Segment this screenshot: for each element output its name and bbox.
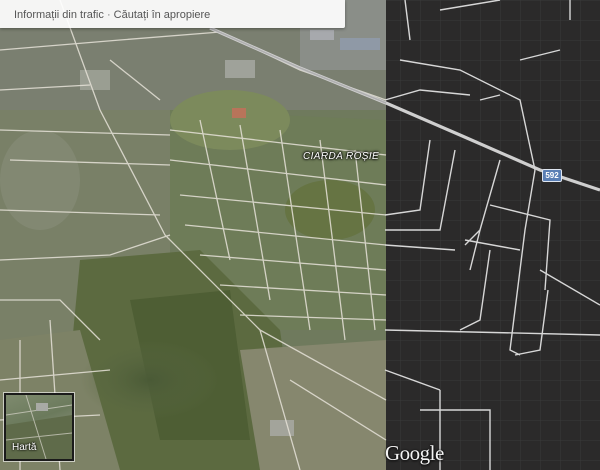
- search-nearby-link[interactable]: Căutați în apropiere: [114, 9, 211, 21]
- route-shield: 592: [542, 169, 562, 182]
- layer-switcher-label: Hartă: [12, 442, 37, 453]
- dark-map-grid: [385, 0, 600, 470]
- top-links: Informații din trafic · Căutați în aprop…: [14, 9, 210, 21]
- map-canvas[interactable]: [0, 0, 600, 470]
- place-label: CIARDA ROȘIE: [303, 151, 380, 162]
- traffic-info-link[interactable]: Informații din trafic: [14, 9, 104, 21]
- link-separator: ·: [106, 9, 111, 21]
- map-view[interactable]: Informații din trafic · Căutați în aprop…: [0, 0, 600, 470]
- layer-switcher-thumbnail[interactable]: Hartă: [4, 393, 74, 461]
- google-logo: Google: [385, 441, 444, 465]
- top-links-bar: Informații din trafic · Căutați în aprop…: [0, 0, 345, 28]
